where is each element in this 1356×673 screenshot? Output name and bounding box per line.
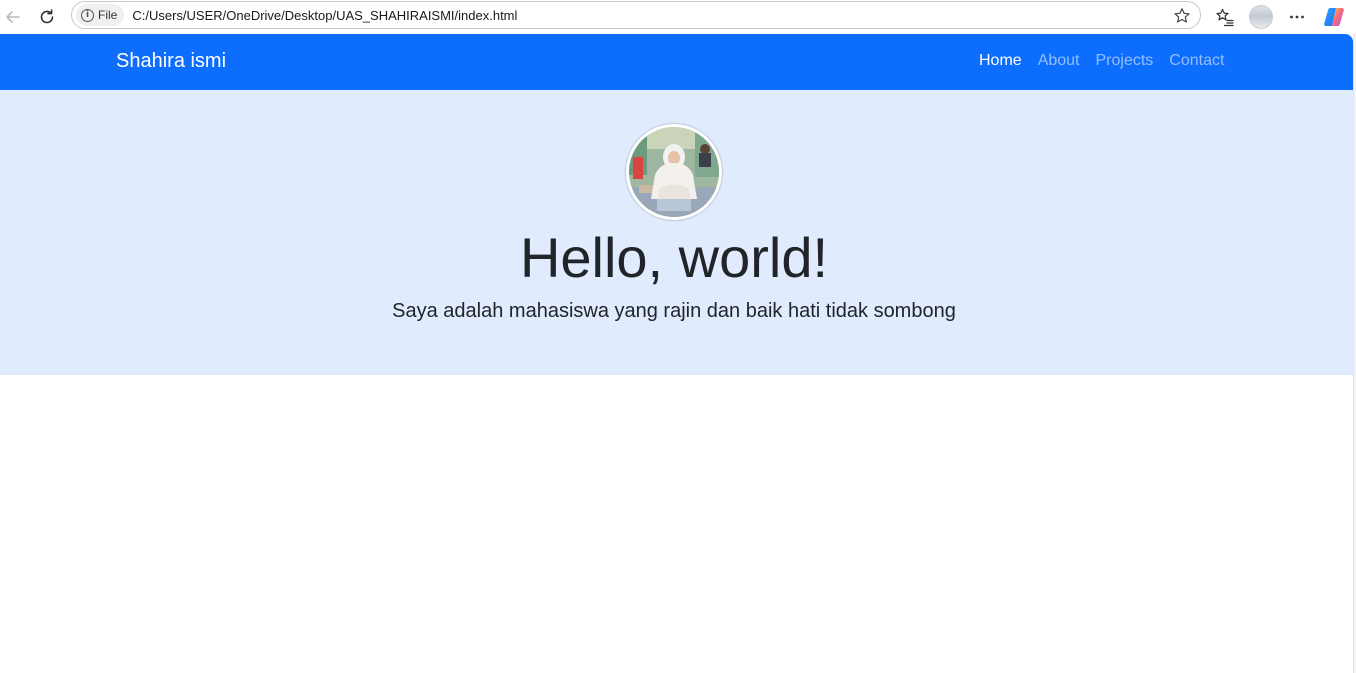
info-icon: i xyxy=(81,8,94,22)
star-icon xyxy=(1174,8,1190,23)
nav-link-contact[interactable]: Contact xyxy=(1169,52,1224,70)
navbar: Shahira ismi Home About Projects Contact xyxy=(0,34,1353,90)
profile-photo xyxy=(626,124,722,220)
copilot-icon xyxy=(1324,8,1344,26)
site-info-label: File xyxy=(98,8,118,22)
navbar-brand[interactable]: Shahira ismi xyxy=(116,50,226,73)
hero-title: Hello, world! xyxy=(519,226,829,289)
favorite-button[interactable] xyxy=(1172,6,1192,26)
hero-subtitle: Saya adalah mahasiswa yang rajin dan bai… xyxy=(392,300,956,322)
nav-links: Home About Projects Contact xyxy=(979,52,1224,70)
nav-link-home[interactable]: Home xyxy=(979,52,1022,70)
back-button[interactable] xyxy=(0,4,26,30)
back-icon xyxy=(6,11,20,23)
more-icon xyxy=(1290,15,1304,19)
site-info-button[interactable]: i File xyxy=(76,4,125,26)
profile-avatar xyxy=(1249,5,1273,29)
copilot-button[interactable] xyxy=(1321,4,1347,30)
profile-button[interactable] xyxy=(1248,4,1274,30)
address-bar[interactable]: i File C:/Users/USER/OneDrive/Desktop/UA… xyxy=(71,1,1201,29)
url-text[interactable]: C:/Users/USER/OneDrive/Desktop/UAS_SHAHI… xyxy=(132,8,517,23)
more-button[interactable] xyxy=(1284,4,1310,30)
favorites-icon xyxy=(1216,8,1234,27)
reload-button[interactable] xyxy=(34,4,60,30)
nav-link-projects[interactable]: Projects xyxy=(1096,52,1154,70)
favorites-button[interactable] xyxy=(1212,4,1238,30)
nav-link-about[interactable]: About xyxy=(1038,52,1080,70)
hero-section: Hello, world! Saya adalah mahasiswa yang… xyxy=(0,90,1353,375)
browser-toolbar: i File C:/Users/USER/OneDrive/Desktop/UA… xyxy=(0,0,1356,34)
reload-icon xyxy=(40,9,54,24)
profile-photo-image xyxy=(629,127,719,217)
